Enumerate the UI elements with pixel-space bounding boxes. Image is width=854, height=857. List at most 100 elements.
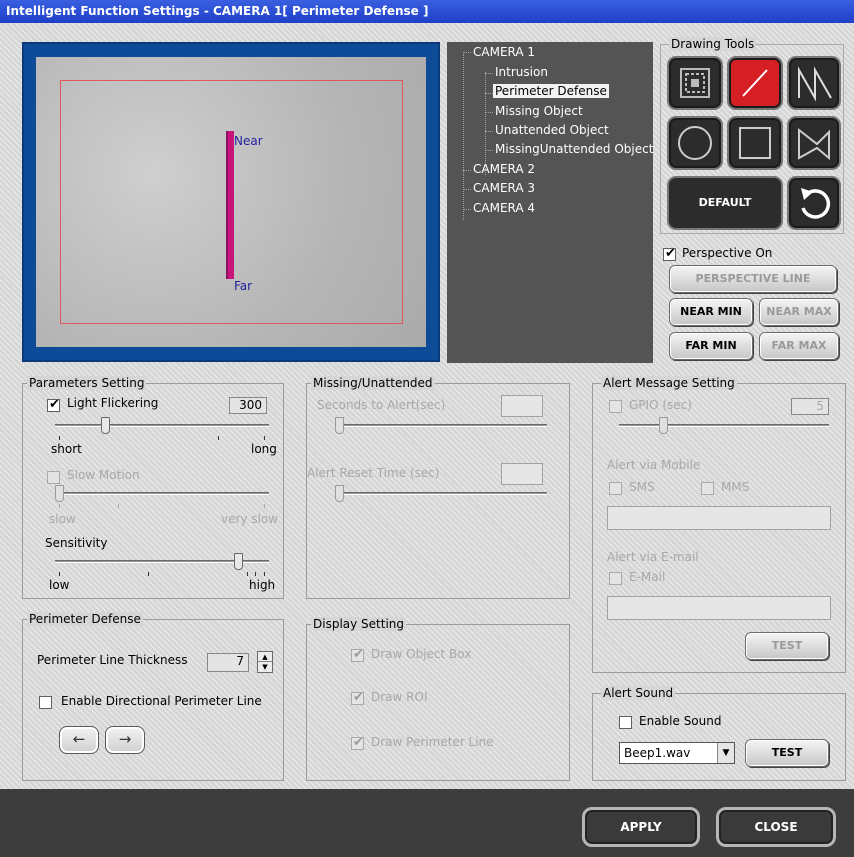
high-label: high [249, 578, 276, 592]
thickness-spinner[interactable]: ▲ ▼ [257, 651, 273, 673]
near-max-button[interactable]: NEAR MAX [759, 298, 839, 326]
undo-button[interactable] [787, 176, 841, 230]
seconds-to-alert-slider-thumb[interactable] [335, 417, 344, 434]
far-max-button[interactable]: FAR MAX [759, 332, 839, 360]
alert-reset-time-slider-thumb[interactable] [335, 485, 344, 502]
tree-connector [463, 209, 471, 210]
chevron-down-icon[interactable]: ▼ [717, 743, 734, 763]
tree-item-missing-unattended-object[interactable]: MissingUnattended Object [495, 142, 653, 156]
sound-file-value: Beep1.wav [624, 746, 691, 760]
default-button[interactable]: DEFAULT [667, 176, 783, 230]
light-flickering-value[interactable]: 300 [229, 397, 267, 414]
tree-camera-3[interactable]: CAMERA 3 [473, 181, 535, 195]
slow-motion-checkbox[interactable] [47, 471, 60, 484]
perimeter-line-thickness-value[interactable]: 7 [207, 653, 249, 672]
slider-tick [255, 572, 256, 576]
email-label: E-Mail [629, 570, 666, 584]
rectangle-icon [739, 127, 771, 159]
tree-connector [485, 73, 493, 74]
spin-down-icon[interactable]: ▼ [258, 662, 272, 672]
seconds-to-alert-label: Seconds to Alert(sec) [317, 398, 446, 412]
tree-item-unattended-object[interactable]: Unattended Object [495, 123, 609, 137]
missing-unattended-group: Missing/Unattended Seconds to Alert(sec)… [306, 376, 570, 599]
sound-file-select[interactable]: Beep1.wav ▼ [619, 742, 735, 764]
tree-camera-1[interactable]: CAMERA 1 [473, 45, 535, 59]
tree-camera-4[interactable]: CAMERA 4 [473, 201, 535, 215]
tree-camera-2[interactable]: CAMERA 2 [473, 162, 535, 176]
check-icon: ✔ [49, 397, 60, 412]
polygon-icon [798, 127, 830, 161]
sms-checkbox[interactable] [609, 482, 622, 495]
light-flickering-slider-thumb[interactable] [101, 417, 110, 434]
tree-connector [485, 93, 493, 94]
perspective-on-checkbox[interactable]: ✔ [663, 246, 676, 261]
footer-bar: APPLY CLOSE [0, 789, 854, 857]
roi-select-tool-button[interactable] [667, 56, 723, 110]
draw-perimeter-line-checkbox[interactable]: ✔ [351, 735, 364, 750]
gpio-checkbox[interactable] [609, 400, 622, 413]
gpio-track[interactable] [619, 424, 829, 427]
alert-reset-time-input[interactable] [501, 463, 543, 485]
near-label: Near [234, 134, 263, 148]
gpio-value[interactable]: 5 [791, 398, 829, 415]
polygon-tool-button[interactable] [787, 116, 841, 170]
seconds-to-alert-track[interactable] [337, 424, 547, 427]
slow-motion-slider-thumb[interactable] [55, 485, 64, 502]
roi-select-icon [680, 68, 710, 98]
tree-connector [485, 150, 493, 151]
email-checkbox[interactable] [609, 572, 622, 585]
slider-tick [264, 504, 265, 508]
sensitivity-slider-thumb[interactable] [234, 553, 243, 570]
direction-left-button[interactable]: ← [59, 726, 99, 754]
tree-connector [485, 72, 486, 175]
slow-motion-label: Slow Motion [67, 468, 140, 482]
enable-sound-checkbox[interactable] [619, 716, 632, 729]
perspective-on-label: Perspective On [682, 246, 773, 260]
spin-up-icon[interactable]: ▲ [258, 652, 272, 662]
rectangle-tool-button[interactable] [727, 116, 783, 170]
check-icon: ✔ [353, 690, 364, 705]
mms-label: MMS [721, 480, 750, 494]
direction-right-button[interactable]: → [105, 726, 145, 754]
perspective-line-button[interactable]: PERSPECTIVE LINE [669, 265, 837, 293]
tree-item-intrusion[interactable]: Intrusion [495, 65, 548, 79]
directional-perimeter-checkbox[interactable] [39, 696, 52, 709]
gpio-label: GPIO (sec) [629, 398, 692, 412]
mobile-number-input[interactable] [607, 506, 831, 530]
settings-panel: Parameters Setting ✔ Light Flickering 30… [0, 365, 854, 789]
apply-button[interactable]: APPLY [582, 807, 700, 847]
display-setting-title: Display Setting [311, 617, 407, 631]
draw-perimeter-line-label: Draw Perimeter Line [371, 735, 494, 749]
line-tool-button[interactable] [727, 56, 783, 110]
gpio-slider-thumb[interactable] [659, 417, 668, 434]
mms-checkbox[interactable] [701, 482, 714, 495]
check-icon: ✔ [665, 246, 676, 261]
far-min-button[interactable]: FAR MIN [669, 332, 753, 360]
arrow-left-icon: ← [72, 730, 86, 748]
light-flickering-track[interactable] [55, 424, 269, 427]
circle-tool-button[interactable] [667, 116, 723, 170]
light-flickering-checkbox[interactable]: ✔ [47, 397, 60, 412]
tree-connector [485, 131, 493, 132]
draw-object-box-checkbox[interactable]: ✔ [351, 647, 364, 662]
check-icon: ✔ [353, 647, 364, 662]
draw-roi-checkbox[interactable]: ✔ [351, 690, 364, 705]
seconds-to-alert-input[interactable] [501, 395, 543, 417]
window-title: Intelligent Function Settings - CAMERA 1… [0, 0, 854, 23]
alert-reset-time-track[interactable] [337, 492, 547, 495]
tree-item-missing-object[interactable]: Missing Object [495, 104, 583, 118]
alert-message-test-button[interactable]: TEST [745, 632, 829, 660]
enable-sound-label: Enable Sound [639, 714, 722, 728]
missing-unattended-title: Missing/Unattended [311, 376, 435, 390]
video-preview[interactable]: Near Far [36, 57, 426, 347]
tree-item-perimeter-defense[interactable]: Perimeter Defense [493, 84, 609, 98]
draw-object-box-label: Draw Object Box [371, 647, 472, 661]
email-address-input[interactable] [607, 596, 831, 620]
slow-motion-track[interactable] [55, 492, 269, 495]
alert-sound-test-button[interactable]: TEST [745, 739, 829, 767]
near-min-button[interactable]: NEAR MIN [669, 298, 753, 326]
low-label: low [49, 578, 70, 592]
perimeter-line[interactable] [226, 131, 234, 279]
close-button[interactable]: CLOSE [716, 807, 836, 847]
polyline-tool-button[interactable] [787, 56, 841, 110]
